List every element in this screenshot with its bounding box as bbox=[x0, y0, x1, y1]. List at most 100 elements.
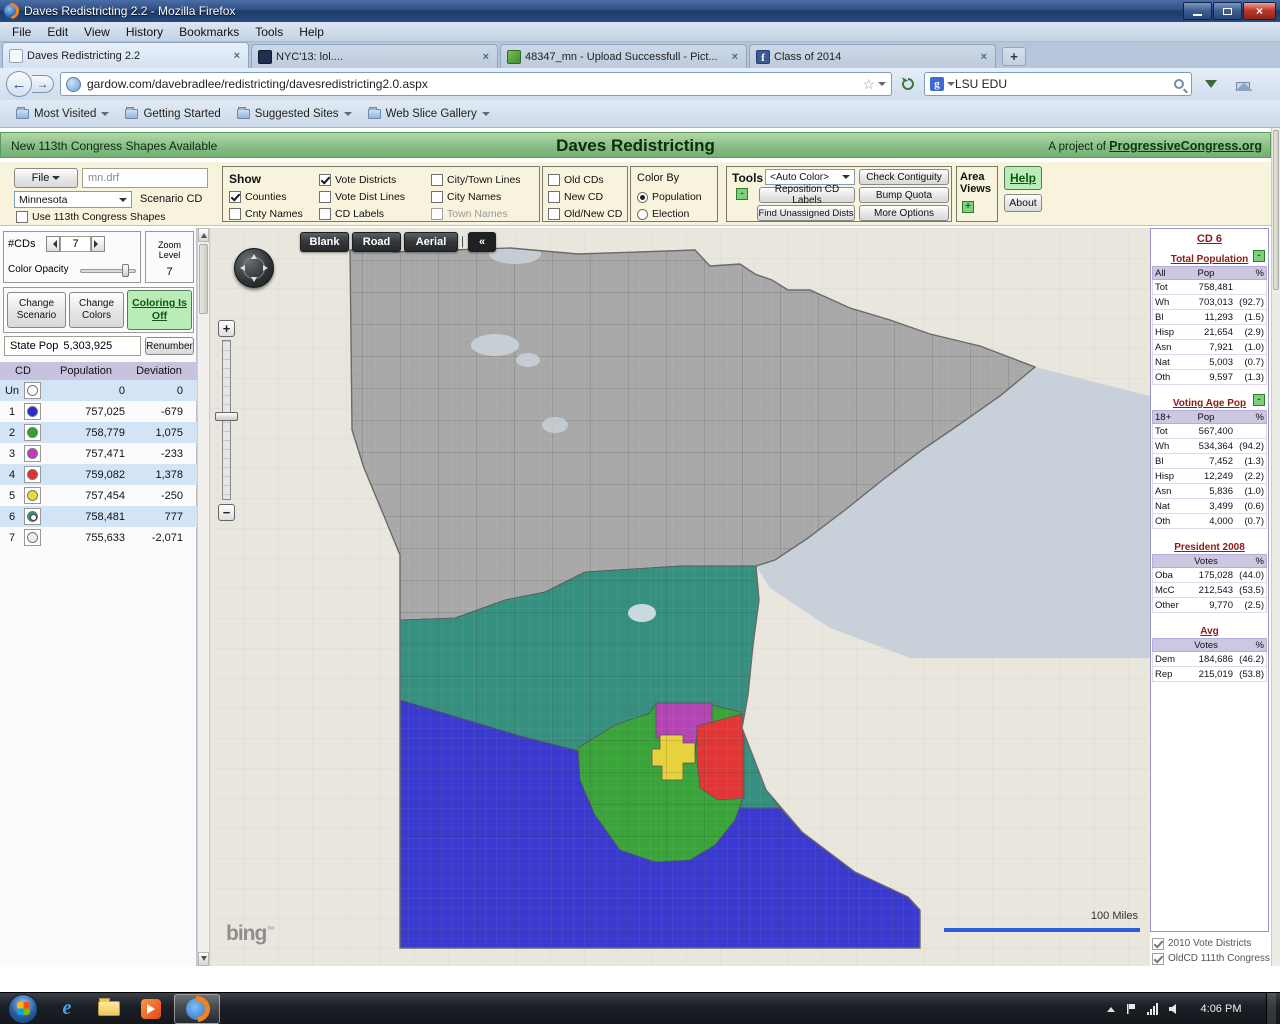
menu-item[interactable]: Help bbox=[291, 23, 332, 41]
vote-districts-2010-checkbox[interactable]: 2010 Vote Districts bbox=[1152, 936, 1270, 951]
new-cd-checkbox[interactable]: New CD bbox=[548, 191, 603, 203]
menu-item[interactable]: History bbox=[118, 23, 171, 41]
checkbox-icon[interactable] bbox=[548, 208, 560, 220]
help-button[interactable]: Help bbox=[1004, 166, 1042, 190]
file-menu-button[interactable]: File bbox=[14, 168, 78, 188]
tab-daves-redistricting[interactable]: Daves Redistricting 2.2 × bbox=[2, 42, 249, 68]
scroll-up-button[interactable] bbox=[198, 228, 209, 242]
zoom-in-button[interactable]: + bbox=[218, 320, 235, 337]
minimize-button[interactable] bbox=[1183, 2, 1212, 20]
old-cds-checkbox[interactable]: Old CDs bbox=[548, 174, 604, 186]
menu-item[interactable]: File bbox=[4, 23, 39, 41]
volume-icon[interactable] bbox=[1168, 1003, 1182, 1015]
search-input[interactable]: LSU EDU bbox=[955, 77, 1174, 91]
old-new-cd-checkbox[interactable]: Old/New CD bbox=[548, 208, 622, 220]
search-magnifier-icon[interactable] bbox=[1174, 79, 1184, 89]
bookmark-most-visited[interactable]: Most Visited bbox=[8, 105, 117, 123]
checkbox-icon[interactable] bbox=[229, 191, 241, 203]
oldcd-111th-checkbox[interactable]: OldCD 111th Congress bbox=[1152, 951, 1270, 966]
collapse-minus-icon[interactable]: - bbox=[1253, 250, 1265, 262]
aerial-view-button[interactable]: Aerial bbox=[404, 232, 458, 252]
checkbox-icon[interactable] bbox=[229, 208, 241, 220]
scroll-down-button[interactable] bbox=[198, 952, 209, 966]
coloring-is-off-button[interactable]: Coloring Is Off bbox=[127, 290, 192, 330]
road-view-button[interactable]: Road bbox=[352, 232, 401, 252]
vote-districts-checkbox[interactable]: Vote Districts bbox=[319, 174, 396, 186]
use-113th-checkbox[interactable]: Use 113th Congress Shapes bbox=[16, 211, 165, 223]
minnesota-map[interactable] bbox=[210, 228, 1150, 966]
city-names-checkbox[interactable]: City Names bbox=[431, 191, 501, 203]
menu-item[interactable]: View bbox=[76, 23, 118, 41]
taskbar-explorer[interactable] bbox=[90, 994, 128, 1024]
menu-item[interactable]: Bookmarks bbox=[171, 23, 247, 41]
election-radio[interactable]: Election bbox=[637, 208, 689, 220]
district-row[interactable]: 6 758,481 777 bbox=[0, 506, 197, 527]
about-button[interactable]: About bbox=[1004, 194, 1042, 212]
new-tab-button[interactable]: + bbox=[1002, 47, 1026, 66]
city-town-lines-checkbox[interactable]: City/Town Lines bbox=[431, 174, 521, 186]
zoom-out-button[interactable]: − bbox=[218, 504, 235, 521]
url-dropdown-caret-icon[interactable] bbox=[878, 82, 886, 90]
find-unassigned-dists-button[interactable]: Find Unassigned Dists bbox=[757, 205, 855, 221]
district-color-chip[interactable] bbox=[24, 382, 41, 399]
check-contiguity-button[interactable]: Check Contiguity bbox=[859, 169, 949, 185]
counties-checkbox[interactable]: Counties bbox=[229, 191, 286, 203]
search-engine-caret-icon[interactable] bbox=[947, 82, 955, 90]
collapse-minus-icon[interactable]: - bbox=[736, 188, 748, 200]
more-options-button[interactable]: More Options bbox=[859, 205, 949, 221]
file-name-field[interactable]: mn.drf bbox=[82, 168, 208, 188]
district-row[interactable]: 1 757,025 -679 bbox=[0, 401, 197, 422]
menu-item[interactable]: Edit bbox=[39, 23, 76, 41]
show-desktop-button[interactable] bbox=[1266, 992, 1276, 1024]
checkbox-icon[interactable] bbox=[319, 174, 331, 186]
taskbar-ie[interactable]: e bbox=[48, 994, 86, 1024]
change-colors-button[interactable]: Change Colors bbox=[69, 292, 124, 328]
url-bar[interactable]: gardow.com/davebradlee/redistricting/dav… bbox=[60, 72, 892, 96]
checkbox-icon[interactable] bbox=[319, 191, 331, 203]
home-button[interactable] bbox=[1230, 72, 1256, 96]
checkbox-icon[interactable] bbox=[431, 174, 443, 186]
tab-close-icon[interactable]: × bbox=[730, 51, 740, 63]
tab-close-icon[interactable]: × bbox=[481, 51, 491, 63]
district-row[interactable]: 5 757,454 -250 bbox=[0, 485, 197, 506]
radio-icon[interactable] bbox=[637, 208, 648, 220]
downloads-button[interactable] bbox=[1198, 72, 1224, 96]
cnty-names-checkbox[interactable]: Cnty Names bbox=[229, 208, 303, 220]
district-row[interactable]: 7 755,633 -2,071 bbox=[0, 527, 197, 548]
district-color-chip[interactable] bbox=[24, 466, 41, 483]
page-scrollbar[interactable] bbox=[1271, 128, 1280, 966]
change-scenario-button[interactable]: Change Scenario bbox=[7, 292, 66, 328]
cds-decrement-button[interactable] bbox=[46, 236, 60, 252]
window-titlebar[interactable]: Daves Redistricting 2.2 - Mozilla Firefo… bbox=[0, 0, 1280, 22]
district-row[interactable]: 4 759,082 1,378 bbox=[0, 464, 197, 485]
scrollbar-thumb[interactable] bbox=[1273, 130, 1279, 290]
bookmark-star-icon[interactable]: ☆ bbox=[862, 76, 875, 93]
taskbar-media[interactable] bbox=[132, 994, 170, 1024]
district-row[interactable]: Un 0 0 bbox=[0, 380, 197, 401]
cd-labels-checkbox[interactable]: CD Labels bbox=[319, 208, 384, 220]
reload-button[interactable] bbox=[896, 72, 920, 96]
district-row[interactable]: 3 757,471 -233 bbox=[0, 443, 197, 464]
cds-increment-button[interactable] bbox=[91, 236, 105, 252]
menu-item[interactable]: Tools bbox=[247, 23, 291, 41]
collapse-minus-icon[interactable]: - bbox=[1253, 394, 1265, 406]
blank-view-button[interactable]: Blank bbox=[300, 232, 349, 252]
pan-right-icon[interactable] bbox=[263, 265, 271, 271]
district-color-chip[interactable] bbox=[24, 424, 41, 441]
start-button[interactable] bbox=[8, 993, 38, 1024]
expand-plus-icon[interactable]: + bbox=[962, 201, 974, 213]
pan-down-icon[interactable] bbox=[251, 277, 257, 285]
checkbox-icon[interactable] bbox=[16, 211, 28, 223]
bookmark-web-slice-gallery[interactable]: Web Slice Gallery bbox=[360, 105, 498, 123]
opacity-slider-handle[interactable] bbox=[122, 264, 129, 277]
radio-icon[interactable] bbox=[637, 191, 648, 203]
tab-close-icon[interactable]: × bbox=[232, 50, 242, 62]
close-button[interactable]: × bbox=[1243, 2, 1276, 20]
bookmark-suggested-sites[interactable]: Suggested Sites bbox=[229, 105, 360, 123]
district-color-chip[interactable] bbox=[24, 445, 41, 462]
district-color-chip[interactable] bbox=[24, 487, 41, 504]
checkbox-icon[interactable] bbox=[1152, 952, 1164, 965]
network-icon[interactable] bbox=[1147, 1002, 1158, 1015]
tab-nyc13[interactable]: NYC'13: lol.... × bbox=[251, 44, 498, 68]
taskbar-clock[interactable]: 4:06 PM bbox=[1192, 1003, 1250, 1015]
